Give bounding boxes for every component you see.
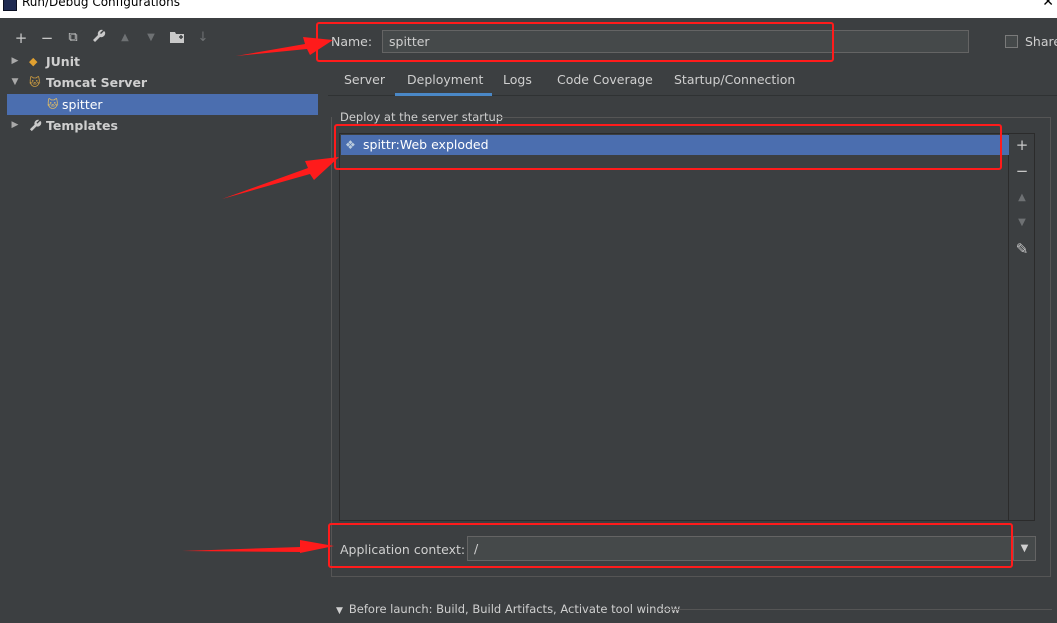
- annotation-arrows: [182, 37, 339, 553]
- annotation-arrow-3: [182, 540, 334, 553]
- annotation-arrow-2: [222, 157, 339, 199]
- annotation-arrow-1: [236, 37, 333, 56]
